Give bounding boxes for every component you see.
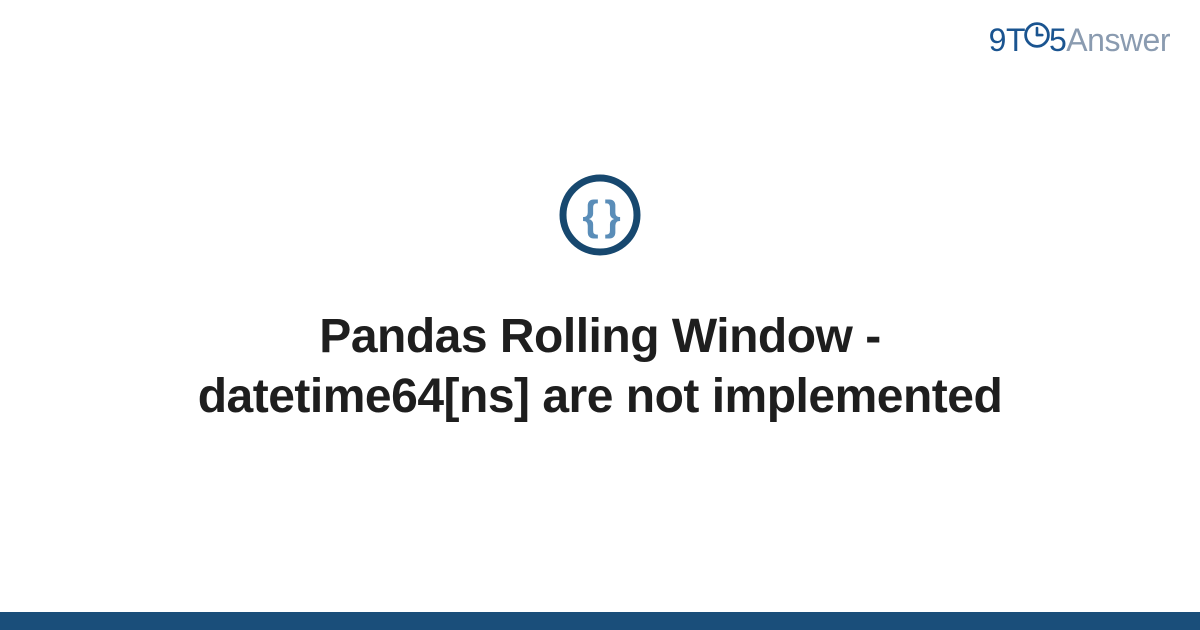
topic-icon-wrapper: { } [558, 173, 642, 262]
svg-text:{ }: { } [582, 192, 620, 239]
braces-icon: { } [558, 173, 642, 257]
page-title: Pandas Rolling Window - datetime64[ns] a… [150, 307, 1050, 427]
footer-bar [0, 612, 1200, 630]
main-content: { } Pandas Rolling Window - datetime64[n… [0, 0, 1200, 630]
